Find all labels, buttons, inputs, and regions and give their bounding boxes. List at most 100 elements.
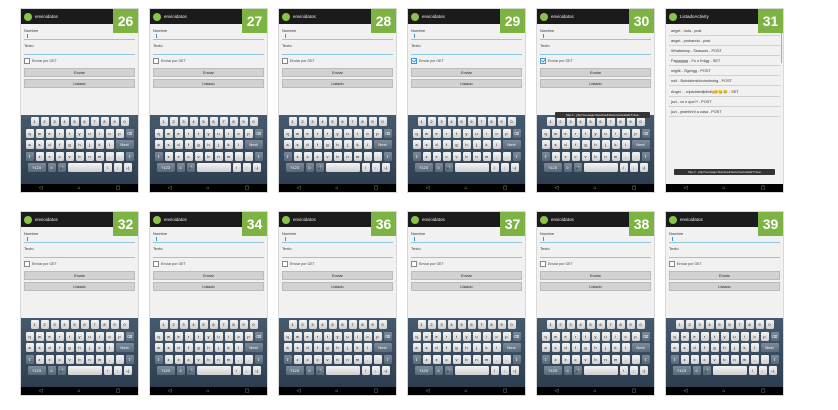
keyboard-key[interactable]: ; — [371, 366, 380, 375]
keyboard-key[interactable]: f — [313, 140, 322, 149]
keyboard-key[interactable]: 7 — [348, 117, 357, 126]
recents-icon[interactable]: ▢ — [245, 388, 250, 394]
keyboard-key[interactable]: r — [184, 331, 193, 341]
keyboard-key[interactable]: m — [224, 354, 233, 364]
keyboard-key[interactable]: r — [442, 331, 451, 341]
keyboard-key[interactable]: w — [35, 128, 44, 138]
keyboard-key[interactable]: l — [105, 343, 114, 352]
keyboard-key[interactable] — [583, 163, 618, 172]
keyboard-key[interactable]: , — [363, 354, 372, 364]
keyboard-key[interactable]: 4 — [318, 117, 327, 126]
keyboard-key[interactable]: f — [55, 343, 64, 352]
keyboard-key[interactable]: 1 — [288, 117, 297, 126]
keyboard-key[interactable]: v — [65, 151, 74, 161]
keyboard-key[interactable]: , — [621, 354, 630, 364]
keyboard-key[interactable]: 7 — [477, 320, 486, 329]
recents-icon[interactable]: ▢ — [374, 388, 379, 394]
keyboard-key[interactable]: k — [95, 343, 104, 352]
keyboard-key[interactable]: j — [85, 343, 94, 352]
keyboard-key[interactable]: i — [224, 128, 233, 138]
keyboard-key[interactable]: 2 — [556, 320, 565, 329]
checkbox[interactable] — [540, 58, 546, 64]
keyboard-key[interactable]: 1 — [417, 117, 426, 126]
keyboard-key[interactable]: f — [442, 343, 451, 352]
keyboard-key[interactable]: u — [730, 331, 739, 341]
list-item[interactable]: jozi - vo e que?! - POST — [669, 97, 780, 107]
keyboard-key[interactable]: Next — [115, 343, 134, 352]
keyboard-key[interactable]: 7 — [90, 117, 99, 126]
keyboard-key[interactable]: 8 — [616, 320, 625, 329]
keyboard-key[interactable]: s — [680, 343, 689, 352]
keyboard-key[interactable]: / — [232, 366, 241, 375]
keyboard-key[interactable]: 8 — [100, 320, 109, 329]
keyboard-key[interactable]: ☺ — [563, 163, 572, 172]
keyboard-key[interactable]: p — [115, 331, 124, 341]
keyboard-key[interactable]: / — [103, 366, 112, 375]
keyboard-key[interactable]: c — [442, 354, 451, 364]
keyboard-key[interactable]: q — [670, 331, 679, 341]
keyboard-key[interactable]: a — [412, 343, 421, 352]
keyboard-key[interactable]: ⇧ — [512, 151, 521, 161]
keyboard-key[interactable]: :-) — [510, 163, 519, 172]
keyboard-key[interactable]: ?123 — [285, 366, 304, 375]
nombre-input[interactable] — [540, 237, 651, 243]
keyboard-key[interactable]: g — [452, 343, 461, 352]
keyboard-key[interactable]: h — [591, 140, 600, 149]
keyboard-key[interactable]: n — [214, 354, 223, 364]
back-icon[interactable]: ◁ — [297, 388, 301, 394]
keyboard-key[interactable]: t — [581, 128, 590, 138]
keyboard-key[interactable]: :-) — [252, 366, 261, 375]
keyboard-key[interactable]: 7 — [477, 117, 486, 126]
keyboard-key[interactable]: q — [25, 331, 34, 341]
keyboard-key[interactable] — [196, 366, 231, 375]
keyboard-key[interactable]: q — [283, 331, 292, 341]
enviar-button[interactable]: Enviar — [411, 271, 522, 280]
keyboard-key[interactable]: ⌫ — [254, 128, 263, 138]
keyboard-key[interactable]: s — [293, 140, 302, 149]
nombre-input[interactable] — [540, 34, 651, 40]
keyboard-key[interactable]: , — [363, 151, 372, 161]
keyboard-key[interactable]: a — [25, 140, 34, 149]
keyboard-key[interactable]: / — [748, 366, 757, 375]
keyboard-key[interactable]: d — [690, 343, 699, 352]
keyboard-key[interactable]: d — [561, 140, 570, 149]
keyboard-key[interactable]: h — [333, 140, 342, 149]
keyboard-key[interactable]: 3 — [695, 320, 704, 329]
keyboard-key[interactable]: p — [373, 128, 382, 138]
keyboard-key[interactable]: u — [472, 331, 481, 341]
keyboard-key[interactable]: :-) — [510, 366, 519, 375]
enviar-button[interactable]: Enviar — [540, 68, 651, 77]
keyboard-key[interactable]: 6 — [338, 320, 347, 329]
enviar-button[interactable]: Enviar — [669, 271, 780, 280]
keyboard-key[interactable]: b — [75, 151, 84, 161]
keyboard-key[interactable]: 9 — [239, 117, 248, 126]
checkbox[interactable] — [411, 58, 417, 64]
list-item[interactable]: Angel - ..mjsbdsbdfjdbdhj😊😋😢 - SET — [669, 86, 780, 97]
keyboard-key[interactable]: x — [45, 151, 54, 161]
keyboard-key[interactable]: p — [115, 128, 124, 138]
keyboard-key[interactable]: ⌫ — [770, 331, 779, 341]
keyboard-key[interactable]: r — [184, 128, 193, 138]
keyboard-key[interactable]: y — [720, 331, 729, 341]
keyboard-key[interactable]: l — [492, 343, 501, 352]
home-icon[interactable]: ⌂ — [594, 185, 597, 191]
keyboard-key[interactable]: ?123 — [414, 366, 433, 375]
keyboard-key[interactable]: m — [95, 354, 104, 364]
keyboard-key[interactable]: . — [373, 354, 382, 364]
keyboard-key[interactable]: h — [75, 140, 84, 149]
keyboard-key[interactable]: i — [482, 331, 491, 341]
keyboard-key[interactable]: . — [502, 354, 511, 364]
keyboard-key[interactable]: t — [323, 128, 332, 138]
keyboard-key[interactable]: b — [462, 151, 471, 161]
keyboard-key[interactable]: 0 — [636, 320, 645, 329]
keyboard-key[interactable]: d — [45, 343, 54, 352]
keyboard-key[interactable]: :-) — [381, 366, 390, 375]
keyboard-key[interactable]: 3 — [179, 320, 188, 329]
listado-button[interactable]: Listado — [282, 282, 393, 291]
keyboard-key[interactable]: z — [293, 354, 302, 364]
keyboard-key[interactable]: ☺ — [305, 163, 314, 172]
keyboard-key[interactable]: ☺ — [47, 366, 56, 375]
keyboard-key[interactable]: 0 — [507, 320, 516, 329]
keyboard-key[interactable]: v — [452, 354, 461, 364]
keyboard-key[interactable]: y — [591, 128, 600, 138]
